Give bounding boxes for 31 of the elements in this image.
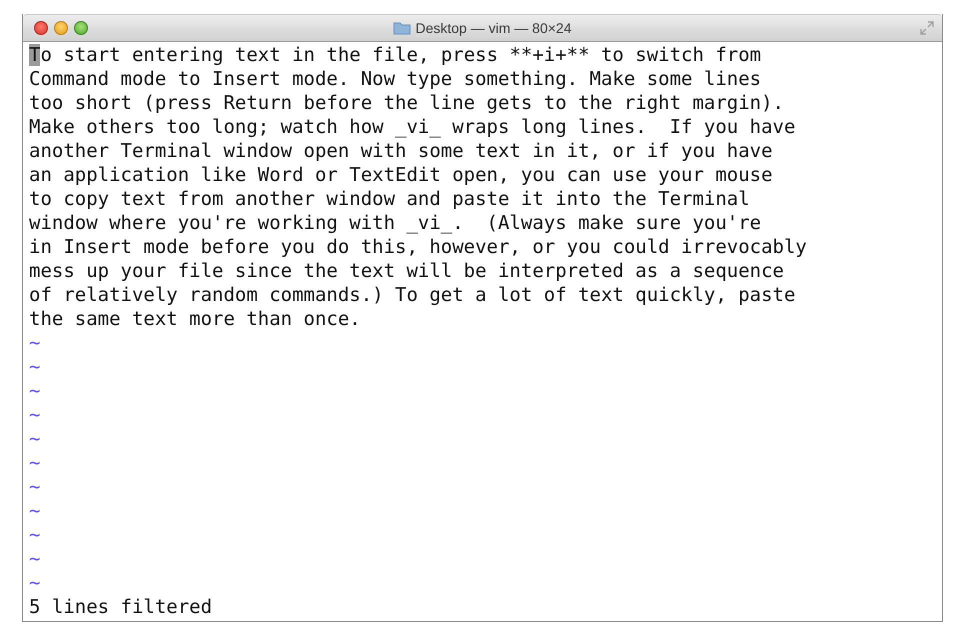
empty-line-marker: ~ <box>29 428 40 450</box>
text-line: an application like Word or TextEdit open, you can use your mouse <box>29 163 774 187</box>
window-title: Desktop — vim — 80×24 <box>415 20 572 36</box>
text-line: mess up your file since the text will be interpreted as a sequence <box>29 259 785 283</box>
minimize-button[interactable] <box>54 21 68 35</box>
empty-line-marker: ~ <box>29 500 40 522</box>
fullscreen-icon[interactable] <box>920 21 934 35</box>
folder-icon <box>393 21 412 35</box>
text-line: Make others too long; watch how _vi_ wraps long lines. If you have <box>29 115 796 139</box>
empty-line-marker: ~ <box>29 524 40 546</box>
text-line: too short (press Return before the line gets to the right margin). <box>29 91 785 115</box>
close-button[interactable] <box>34 21 48 35</box>
text-line: to copy text from another window and paste it into the Terminal <box>29 187 751 211</box>
empty-line-marker: ~ <box>29 332 40 354</box>
empty-line-marker: ~ <box>29 572 40 594</box>
empty-line-marker: ~ <box>29 404 40 426</box>
zoom-button[interactable] <box>74 21 88 35</box>
empty-line-marker: ~ <box>29 380 40 402</box>
text-line: window where you're working with _vi_. (Always make sure you're <box>29 211 762 235</box>
text-line: Command mode to Insert mode. Now type something. Make some lines <box>29 67 762 91</box>
status-line: 5 lines filtered <box>29 596 212 618</box>
text-line: of relatively random commands.) To get a lot of text quickly, paste <box>29 283 796 307</box>
empty-line-marker: ~ <box>29 452 40 474</box>
empty-line-marker: ~ <box>29 356 40 378</box>
text-cursor: T <box>29 44 40 66</box>
text-line: To start entering text in the file, press **+i+** to switch from <box>29 43 762 67</box>
empty-line-marker: ~ <box>29 548 40 570</box>
empty-line-marker: ~ <box>29 476 40 498</box>
text-line: the same text more than once. <box>29 307 362 331</box>
text-line: in Insert mode before you do this, however, or you could irrevocably <box>29 235 808 259</box>
text-line: another Terminal window open with some text in it, or if you have <box>29 139 774 163</box>
